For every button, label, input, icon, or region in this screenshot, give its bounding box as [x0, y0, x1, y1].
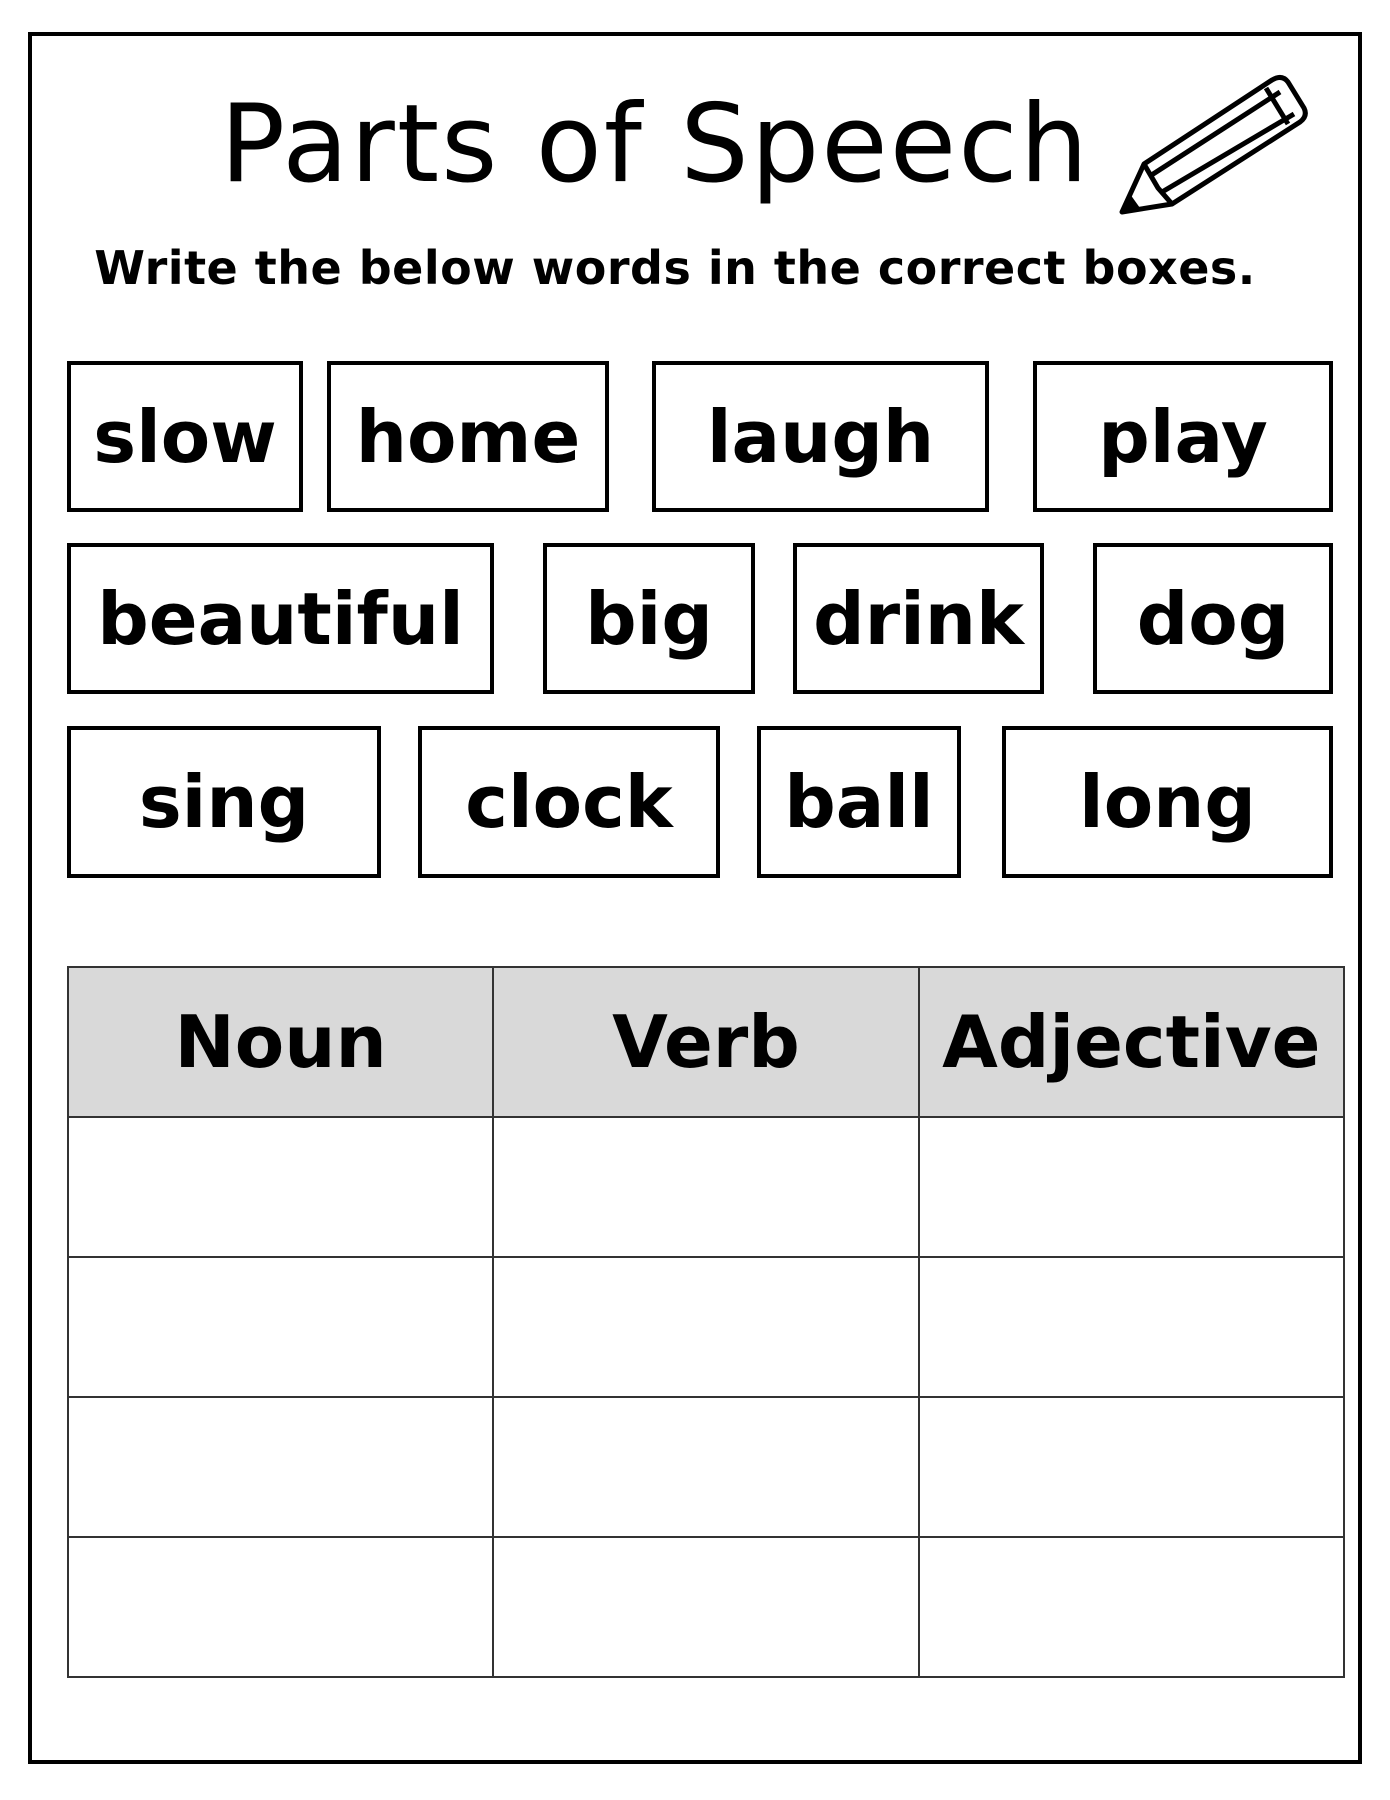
adjective-answer-cell[interactable]	[917, 1116, 1346, 1258]
adjective-answer-cell[interactable]	[917, 1396, 1346, 1538]
word-box-play: play	[1033, 361, 1333, 512]
word-label: sing	[138, 760, 310, 844]
table-row	[66, 1116, 1346, 1258]
word-label: play	[1098, 394, 1268, 479]
adjective-answer-cell[interactable]	[917, 1256, 1346, 1398]
word-label: long	[1079, 760, 1256, 844]
word-box-home: home	[327, 361, 609, 512]
word-label: big	[585, 576, 713, 661]
noun-answer-cell[interactable]	[66, 1256, 495, 1398]
word-box-long: long	[1002, 726, 1333, 878]
word-label: drink	[813, 576, 1024, 661]
word-label: slow	[93, 394, 277, 479]
word-box-drink: drink	[793, 543, 1044, 694]
instruction-label: Write the below words in the correct box…	[94, 241, 1256, 295]
header-adjective: Adjective	[917, 966, 1346, 1118]
instruction-text: Write the below words in the correct box…	[0, 238, 1390, 298]
pencil-icon	[1119, 74, 1308, 215]
table-row	[66, 1536, 1346, 1678]
noun-answer-cell[interactable]	[66, 1116, 495, 1258]
table-header-row: Noun Verb Adjective	[66, 966, 1346, 1118]
word-label: beautiful	[97, 576, 464, 661]
word-box-beautiful: beautiful	[67, 543, 494, 694]
noun-answer-cell[interactable]	[66, 1536, 495, 1678]
word-label: dog	[1136, 576, 1290, 661]
word-box-laugh: laugh	[652, 361, 989, 512]
verb-answer-cell[interactable]	[492, 1116, 920, 1258]
sorting-table: Noun Verb Adjective	[66, 966, 1346, 1678]
table-row	[66, 1396, 1346, 1538]
verb-answer-cell[interactable]	[492, 1396, 920, 1538]
word-box-dog: dog	[1093, 543, 1333, 694]
word-label: clock	[465, 760, 673, 844]
word-box-ball: ball	[757, 726, 961, 878]
word-box-clock: clock	[418, 726, 720, 878]
adjective-answer-cell[interactable]	[917, 1536, 1346, 1678]
word-box-slow: slow	[67, 361, 303, 512]
header-noun: Noun	[66, 966, 495, 1118]
word-label: home	[355, 394, 581, 479]
verb-answer-cell[interactable]	[492, 1536, 920, 1678]
noun-answer-cell[interactable]	[66, 1396, 495, 1538]
word-label: ball	[784, 760, 934, 844]
header-verb: Verb	[492, 966, 920, 1118]
table-row	[66, 1256, 1346, 1398]
word-box-big: big	[543, 543, 755, 694]
word-label: laugh	[706, 394, 935, 479]
verb-answer-cell[interactable]	[492, 1256, 920, 1398]
word-box-sing: sing	[67, 726, 381, 878]
title-text: Parts of Speech	[219, 82, 1091, 207]
